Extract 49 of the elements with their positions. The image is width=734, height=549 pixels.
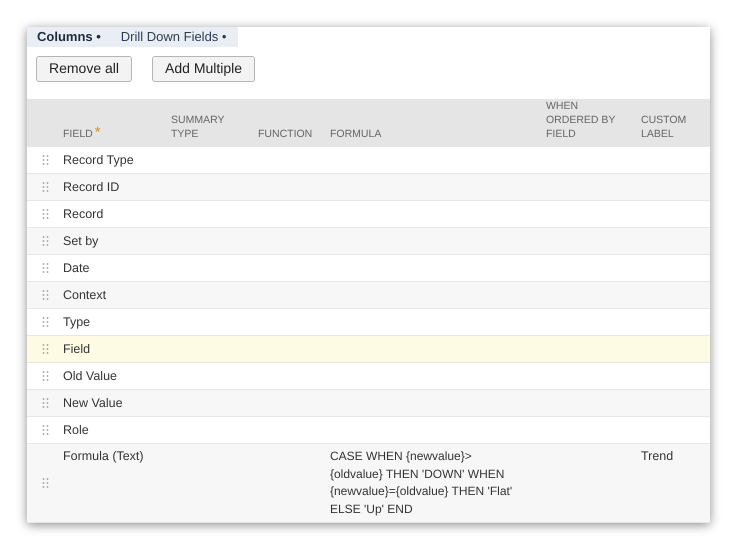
table-cell: Field [63, 342, 90, 356]
drag-handle-icon[interactable] [42, 182, 48, 192]
tab[interactable]: Drill Down Fields • [120, 27, 226, 46]
table-cell: Role [63, 422, 89, 437]
table-cell: Old Value [63, 368, 117, 383]
table-cell: Set by [63, 234, 98, 248]
table-row[interactable]: Formula (Text) CASE WHEN {newvalue}> {oldvalue} THEN 'DOWN' WHEN {newvalue}={oldvalue} THEN 'Flat' ELSE 'Up' END Trend [27, 444, 710, 523]
table-row[interactable]: Old Value [27, 363, 710, 390]
table-row[interactable]: Record Type [27, 147, 710, 174]
drag-handle-icon[interactable] [42, 478, 48, 488]
drag-handle-icon[interactable] [42, 263, 48, 273]
column-header: SUMMARY TYPE [171, 114, 224, 140]
table-cell: Formula (Text) [63, 449, 144, 463]
column-header: CUSTOM LABEL [641, 114, 686, 140]
toolbar-button[interactable]: Add Multiple [152, 56, 256, 82]
column-header: FIELD [63, 128, 93, 140]
table-cell: Record ID [63, 180, 120, 194]
drag-handle-icon[interactable] [42, 155, 48, 165]
column-header: WHEN ORDERED BY FIELD [546, 100, 616, 140]
drag-handle-icon[interactable] [42, 236, 48, 246]
drag-handle-icon[interactable] [42, 317, 48, 327]
drag-handle-icon[interactable] [42, 290, 48, 300]
required-mark: * [94, 124, 101, 141]
table-cell: CASE WHEN {newvalue}> {oldvalue} THEN 'DOWN' WHEN {newvalue}={oldvalue} THEN 'Flat' ELSE 'Up' END [330, 449, 512, 516]
table-row[interactable]: Type [27, 309, 710, 336]
table-row[interactable]: Role [27, 417, 710, 444]
table-cell: New Value [63, 396, 123, 410]
table-cell: Context [63, 288, 106, 302]
column-header: FUNCTION [258, 128, 312, 140]
column-header: FORMULA [330, 128, 382, 140]
drag-handle-icon[interactable] [42, 344, 48, 354]
drag-handle-icon[interactable] [42, 209, 48, 219]
table-cell: Record [63, 206, 104, 221]
drag-handle-icon[interactable] [42, 371, 48, 381]
table-row[interactable]: Record ID [27, 174, 710, 201]
table-cell: Type [63, 314, 90, 329]
table-cell: Date [63, 260, 90, 275]
drag-handle-icon[interactable] [42, 425, 48, 435]
table-row[interactable]: Set by [27, 228, 710, 255]
tab[interactable]: Columns • [37, 27, 101, 46]
table-row[interactable]: New Value [27, 390, 710, 417]
table-row[interactable]: Context [27, 282, 710, 309]
table-row[interactable]: Date [27, 255, 710, 282]
table-cell: Record Type [63, 152, 134, 167]
toolbar-button[interactable]: Remove all [36, 56, 132, 82]
table-row[interactable]: Field [27, 336, 710, 363]
drag-handle-icon[interactable] [42, 398, 48, 408]
table-cell: Trend [641, 449, 674, 463]
table-row[interactable]: Record [27, 201, 710, 228]
